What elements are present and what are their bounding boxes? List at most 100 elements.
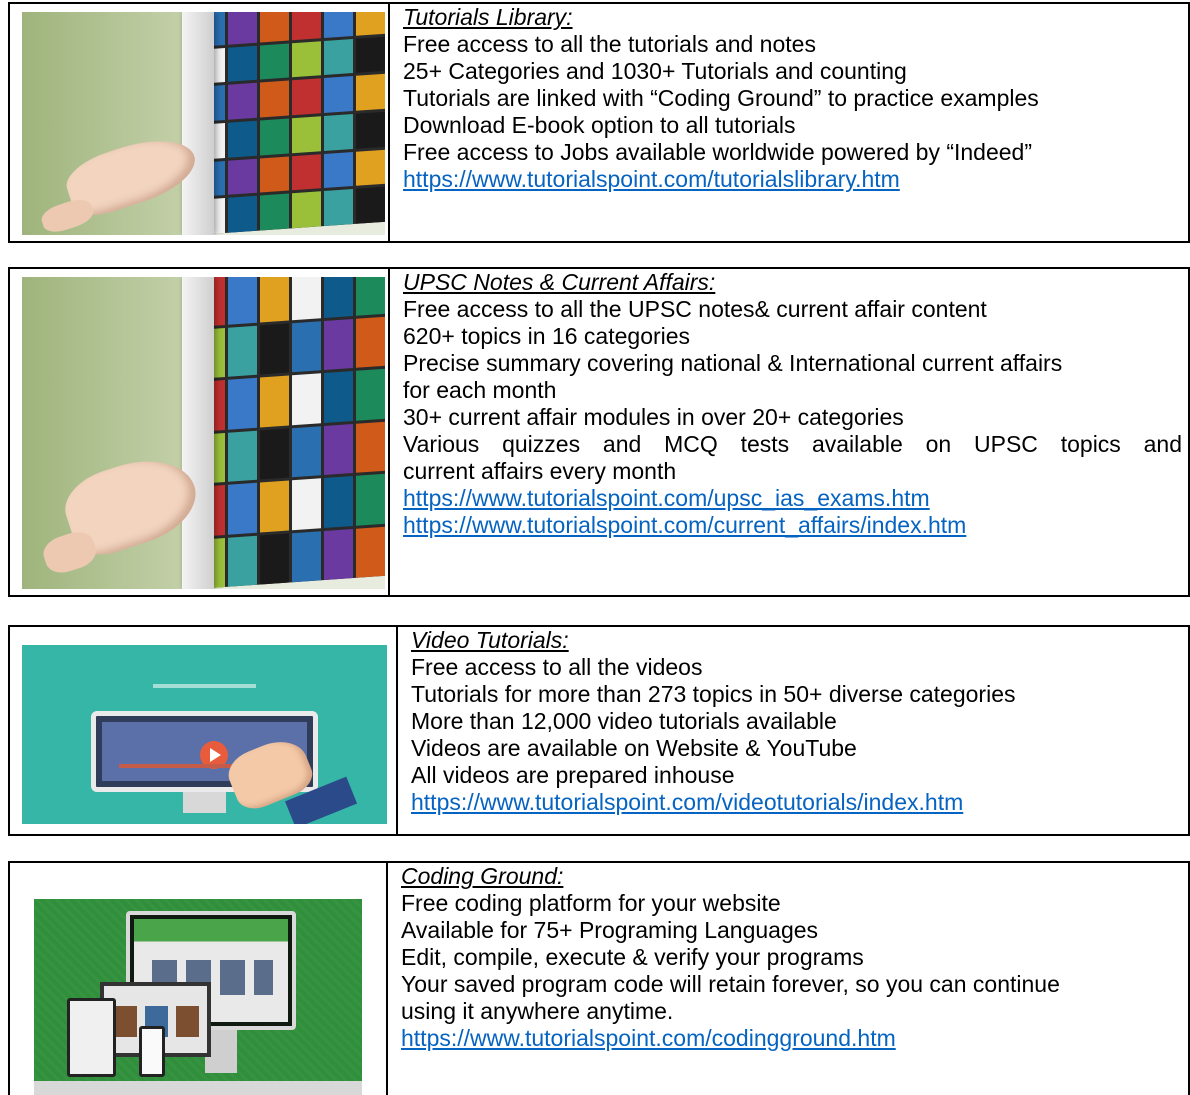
coding-ground-image-cell <box>10 863 388 1095</box>
tutorial-tile <box>228 83 258 120</box>
coding-ground-link[interactable]: https://www.tutorialspoint.com/codinggro… <box>401 1025 1188 1052</box>
tutorial-tile <box>356 526 385 578</box>
tutorial-tile <box>356 36 385 74</box>
tutorial-tile <box>292 78 322 116</box>
video-tutorials-section: Video Tutorials: Free access to all the … <box>8 625 1190 836</box>
feature-line: current affairs every month <box>403 458 677 484</box>
feature-line: More than 12,000 video tutorials availab… <box>411 708 837 734</box>
tutorial-tile <box>292 116 322 153</box>
tutorials-library-link[interactable]: https://www.tutorialspoint.com/tutorials… <box>403 166 1188 193</box>
coding-ground-text: Coding Ground: Free coding platform for … <box>388 863 1188 1095</box>
feature-line: Free access to Jobs available worldwide … <box>403 139 1032 165</box>
feature-line: using it anywhere anytime. <box>401 998 674 1024</box>
tutorial-tile <box>292 320 322 373</box>
tutorial-tile <box>324 318 354 371</box>
tutorial-tile <box>228 325 258 377</box>
feature-line: Download E-book option to all tutorials <box>403 112 796 138</box>
feature-line: Tutorials are linked with “Coding Ground… <box>403 85 1039 111</box>
feature-line: Various quizzes and MCQ tests available … <box>403 431 1182 457</box>
tutorial-tile <box>324 151 354 189</box>
video-tutorials-image-cell <box>10 627 398 834</box>
page-flip <box>181 12 215 235</box>
upsc-notes-image-cell <box>10 269 390 595</box>
tutorial-tile <box>228 45 258 83</box>
tutorial-tile <box>356 368 385 421</box>
tutorial-tile <box>356 12 385 36</box>
tutorial-tile <box>356 74 385 111</box>
tutorial-tile <box>260 156 290 193</box>
current-affairs-link[interactable]: https://www.tutorialspoint.com/current_a… <box>403 512 1188 539</box>
tutorial-tile <box>260 43 290 80</box>
tutorial-tile <box>292 12 322 40</box>
tutorial-tile <box>292 530 322 583</box>
phone <box>138 1025 166 1078</box>
tutorial-tiles <box>196 12 385 235</box>
tutorial-tile <box>228 482 258 535</box>
upsc-notes-illustration <box>22 277 385 589</box>
tutorial-tile <box>260 193 290 231</box>
tutorial-tile <box>228 158 258 196</box>
feature-line: 620+ topics in 16 categories <box>403 323 691 349</box>
tutorial-tile <box>324 38 354 76</box>
coding-ground-section: Coding Ground: Free coding platform for … <box>8 861 1190 1095</box>
feature-line: 30+ current affair modules in over 20+ c… <box>403 404 904 430</box>
tutorial-tile <box>228 535 258 587</box>
section-heading: Video Tutorials: <box>411 627 569 653</box>
tutorial-tile <box>292 373 322 425</box>
feature-line: 25+ Categories and 1030+ Tutorials and c… <box>403 58 907 84</box>
tutorial-tile <box>292 277 322 320</box>
tutorial-tile <box>324 371 354 423</box>
tutorials-library-section: Tutorials Library: Free access to all th… <box>8 2 1190 243</box>
upsc-notes-text: UPSC Notes & Current Affairs: Free acces… <box>390 269 1188 595</box>
tutorial-tile <box>292 425 322 478</box>
tutorial-tile <box>324 476 354 528</box>
desk-base <box>34 1081 362 1095</box>
tutorial-tile <box>260 12 290 43</box>
tutorial-tile <box>324 114 354 151</box>
feature-line: for each month <box>403 377 557 403</box>
feature-line: Edit, compile, execute & verify your pro… <box>401 944 864 970</box>
tutorial-tile <box>324 423 354 476</box>
hand <box>59 127 202 223</box>
tutorial-tile <box>356 277 385 316</box>
tutorial-tile <box>228 430 258 482</box>
tutorial-tile <box>228 196 258 233</box>
section-heading: Coding Ground: <box>401 863 564 889</box>
tutorial-tile <box>260 118 290 156</box>
tutorial-tile <box>356 316 385 368</box>
tutorial-tiles <box>196 277 385 589</box>
feature-line: All videos are prepared inhouse <box>411 762 735 788</box>
tutorial-tile <box>260 277 290 323</box>
tutorial-tile <box>260 428 290 480</box>
tutorials-library-illustration <box>22 12 385 235</box>
feature-line: Free access to all the videos <box>411 654 703 680</box>
video-tutorials-illustration <box>22 645 387 824</box>
page-flip <box>181 277 215 589</box>
tutorial-tile <box>324 189 354 227</box>
tutorial-tile <box>228 277 258 325</box>
tutorial-tile <box>260 80 290 118</box>
feature-line: Free access to all the UPSC notes& curre… <box>403 296 987 322</box>
coding-ground-illustration <box>34 899 362 1095</box>
upsc-notes-section: UPSC Notes & Current Affairs: Free acces… <box>8 267 1190 597</box>
video-tutorials-text: Video Tutorials: Free access to all the … <box>398 627 1188 834</box>
tutorial-tile <box>228 12 258 45</box>
tablet <box>66 998 116 1078</box>
tutorial-tile <box>324 12 354 38</box>
feature-line: Tutorials for more than 273 topics in 50… <box>411 681 1016 707</box>
feature-line: Videos are available on Website & YouTub… <box>411 735 857 761</box>
tutorial-tile <box>356 149 385 187</box>
monitor-stand <box>182 791 227 814</box>
tutorials-library-image-cell <box>10 4 390 241</box>
tutorial-tile <box>292 191 322 229</box>
tutorial-tile <box>324 277 354 318</box>
feature-line: Precise summary covering national & Inte… <box>403 350 1063 376</box>
upsc-exams-link[interactable]: https://www.tutorialspoint.com/upsc_ias_… <box>403 485 1188 512</box>
section-heading: UPSC Notes & Current Affairs: <box>403 269 716 295</box>
tutorial-tile <box>260 323 290 375</box>
video-tutorials-link[interactable]: https://www.tutorialspoint.com/videotuto… <box>411 789 1188 816</box>
tutorial-tile <box>292 478 322 530</box>
feature-line: Free access to all the tutorials and not… <box>403 31 816 57</box>
tutorial-tile <box>324 528 354 581</box>
tutorial-tile <box>292 40 322 78</box>
